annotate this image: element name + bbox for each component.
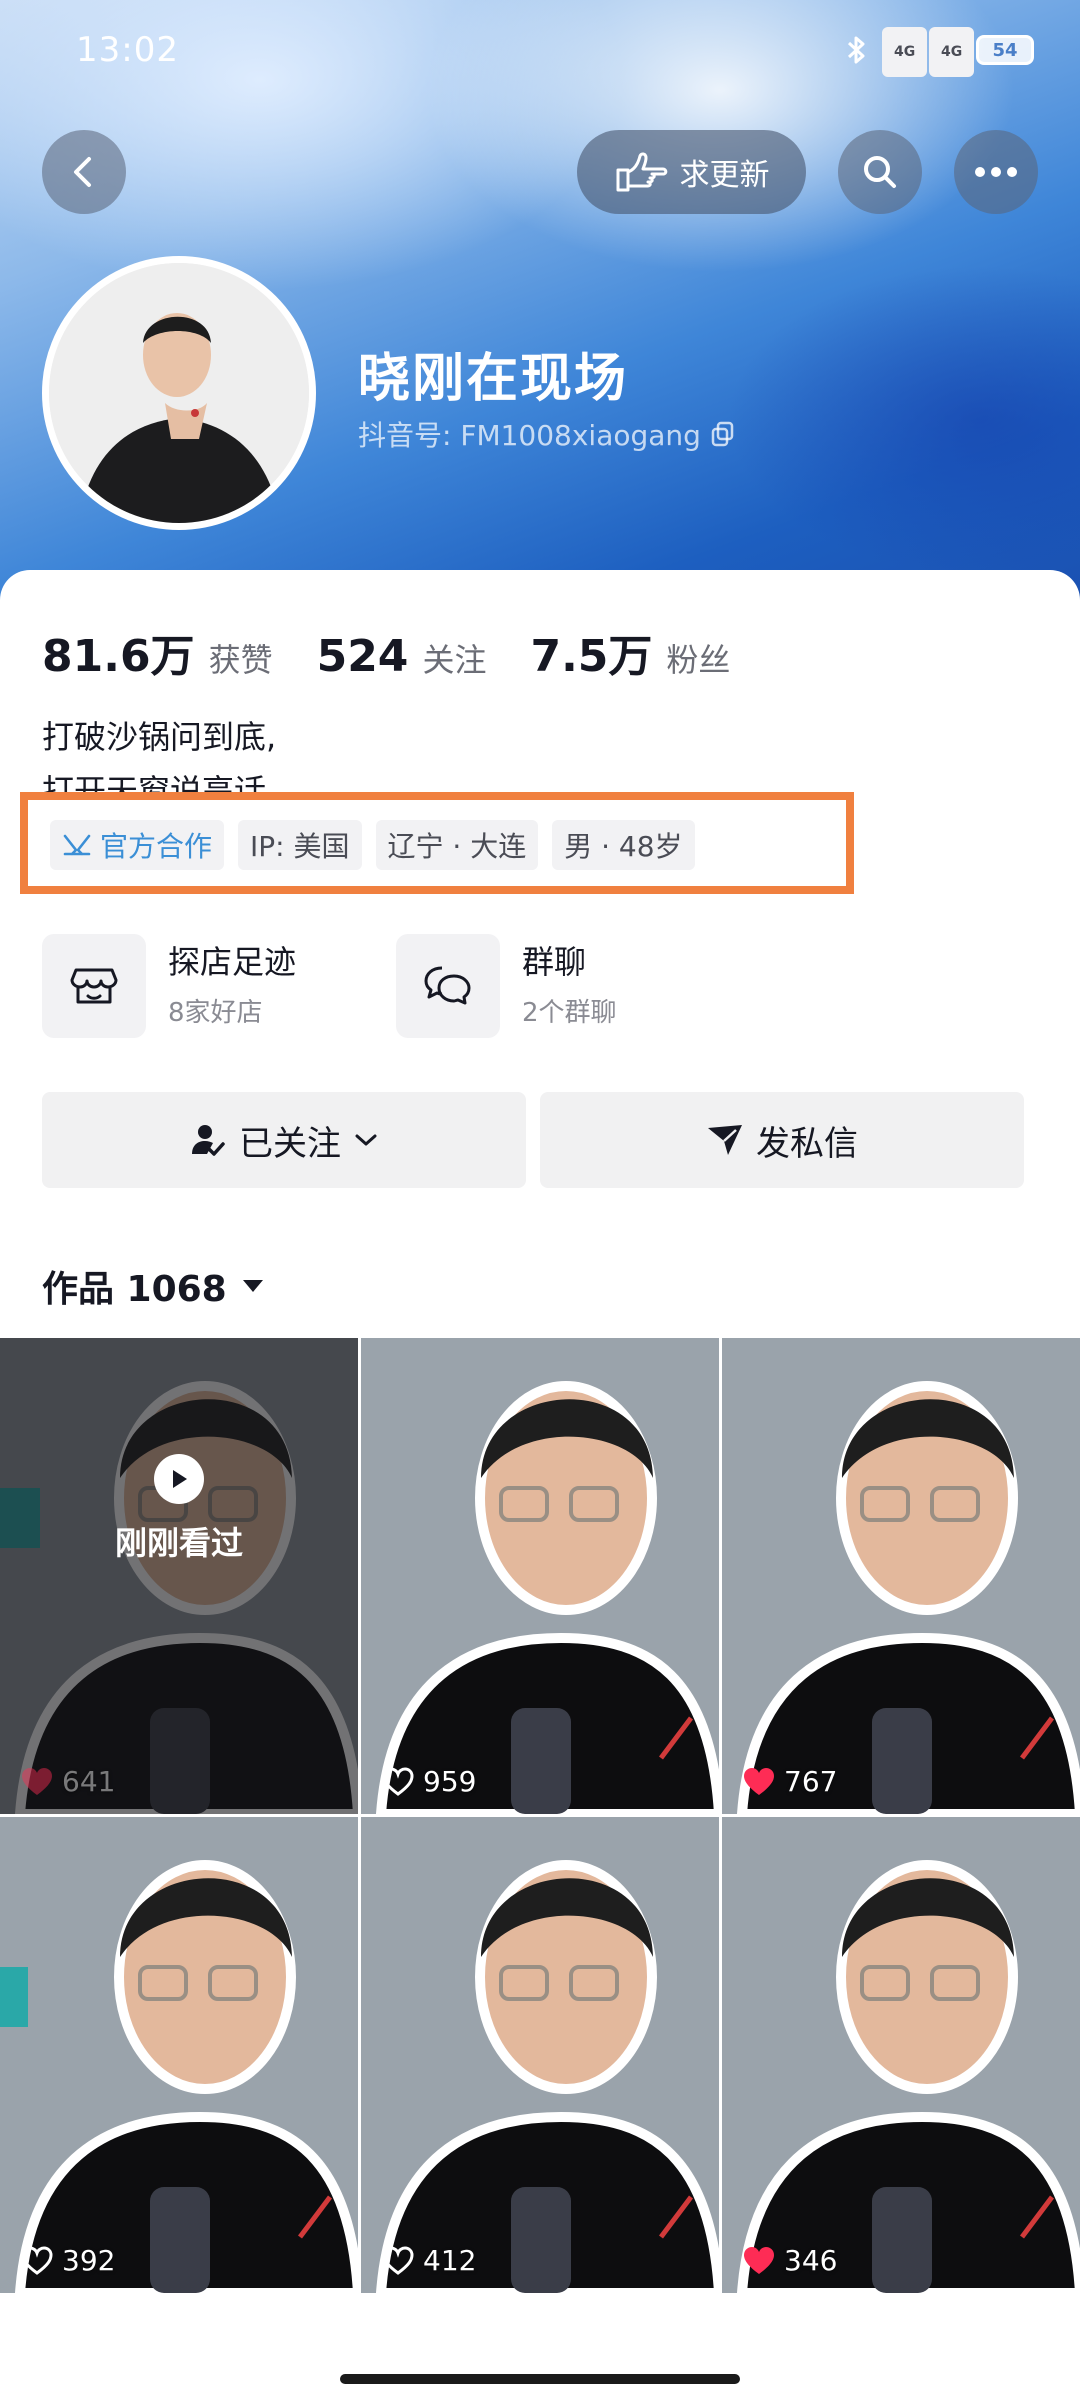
signal-icon: 4G: [882, 27, 928, 77]
shop-footprint-title: 探店足迹: [168, 943, 297, 981]
video-likes-count: 959: [423, 1765, 477, 1798]
video-cover-image: [361, 1817, 719, 2293]
ip-tag: IP: 美国: [238, 820, 362, 870]
video-cover-image: [722, 1338, 1080, 1814]
official-cooperation-icon: [63, 834, 91, 856]
status-bar: 13:02 4G 4G 54: [0, 0, 1080, 100]
status-time: 13:02: [76, 30, 179, 70]
video-likes: 346: [742, 2244, 837, 2277]
copy-icon[interactable]: [711, 421, 735, 447]
watched-label: 刚刚看过: [114, 1524, 243, 1562]
stat-value: 81.6万: [42, 631, 195, 682]
battery-icon: 54: [976, 35, 1034, 65]
works-count-label: 作品 1068: [42, 1269, 227, 1310]
back-button[interactable]: [42, 130, 126, 214]
store-icon: [42, 934, 146, 1038]
stat-following[interactable]: 524 关注: [317, 631, 487, 682]
video-thumbnail[interactable]: 959: [361, 1338, 719, 1814]
watched-overlay: [0, 1338, 358, 1814]
battery-level: 54: [992, 39, 1018, 61]
stat-label: 粉丝: [666, 641, 731, 679]
send-icon: [708, 1125, 742, 1155]
home-indicator[interactable]: [340, 2374, 740, 2384]
triangle-down-icon: [242, 1280, 263, 1292]
send-message-label: 发私信: [756, 1123, 858, 1164]
stat-value: 524: [316, 631, 409, 682]
chevron-down-icon: [355, 1134, 377, 1146]
status-icons: 4G 4G 54: [846, 27, 1034, 77]
video-thumbnail[interactable]: 346: [722, 1817, 1080, 2293]
send-message-button[interactable]: 发私信: [540, 1092, 1024, 1188]
video-likes: 412: [381, 2244, 476, 2277]
back-arrow-icon: [74, 157, 91, 187]
video-likes-count: 641: [62, 1765, 116, 1798]
group-chat[interactable]: 群聊 2个群聊: [396, 934, 617, 1038]
video-thumbnail[interactable]: 刚刚看过 641: [0, 1338, 358, 1814]
avatar-photo: [49, 263, 309, 523]
group-chat-title: 群聊: [522, 943, 587, 981]
following-button[interactable]: 已关注: [42, 1092, 526, 1188]
video-likes-count: 346: [784, 2244, 838, 2277]
video-thumbnail[interactable]: 392: [0, 1817, 358, 2293]
video-likes: 641: [20, 1765, 115, 1798]
search-button[interactable]: [838, 130, 922, 214]
official-tag[interactable]: 官方合作: [50, 820, 225, 870]
request-update-label: 求更新: [679, 158, 770, 193]
hand-point-icon: [616, 152, 667, 192]
signal-icon: 4G: [929, 27, 975, 77]
video-cover-image: [0, 1817, 358, 2293]
more-icon: [975, 167, 1017, 177]
stat-likes[interactable]: 81.6万 获赞: [42, 620, 273, 684]
stats-row: 81.6万 获赞 524 关注 7.5万 粉丝: [42, 620, 774, 684]
search-icon: [864, 156, 896, 188]
video-thumbnail[interactable]: 412: [361, 1817, 719, 2293]
video-likes-count: 412: [423, 2244, 477, 2277]
highlight-box: 官方合作 IP: 美国 辽宁 · 大连 男 · 48岁: [20, 792, 854, 894]
user-check-icon: [192, 1125, 225, 1156]
works-tab[interactable]: 作品 1068: [42, 1260, 265, 1312]
profile-name: 晓刚在现场: [358, 349, 629, 409]
heart-filled-icon: [744, 2246, 774, 2274]
heart-outline-icon: [382, 2245, 414, 2275]
more-button[interactable]: [954, 130, 1038, 214]
video-cover-image: [361, 1338, 719, 1814]
video-likes: 392: [20, 2244, 115, 2277]
play-icon: [154, 1454, 204, 1504]
bluetooth-icon: [847, 36, 865, 64]
video-likes: 767: [742, 1765, 837, 1798]
stat-label: 关注: [422, 641, 487, 679]
bio-line: 打破沙锅问到底,: [42, 718, 277, 756]
shop-footprint-sub: 8家好店: [168, 998, 263, 1028]
stat-value: 7.5万: [530, 631, 653, 682]
douyin-id-text: 抖音号: FM1008xiaogang: [358, 419, 701, 452]
video-thumbnail[interactable]: 767: [722, 1338, 1080, 1814]
stat-label: 获赞: [208, 641, 273, 679]
heart-filled-icon: [22, 1767, 52, 1795]
stat-followers[interactable]: 7.5万 粉丝: [530, 620, 730, 684]
official-tag-label: 官方合作: [100, 830, 213, 863]
profile-tags: 官方合作 IP: 美国 辽宁 · 大连 男 · 48岁: [50, 820, 695, 870]
douyin-id[interactable]: 抖音号: FM1008xiaogang: [358, 414, 735, 454]
following-label: 已关注: [239, 1123, 341, 1164]
heart-filled-icon: [744, 1767, 774, 1795]
gender-age-tag: 男 · 48岁: [552, 820, 695, 870]
video-likes-count: 392: [62, 2244, 116, 2277]
video-grid: 刚刚看过 641 959 767 392 412 346: [0, 1338, 1080, 2400]
video-likes: 959: [381, 1765, 476, 1798]
heart-outline-icon: [21, 2245, 53, 2275]
location-tag: 辽宁 · 大连: [375, 820, 539, 870]
group-chat-sub: 2个群聊: [522, 998, 617, 1028]
shop-footprint[interactable]: 探店足迹 8家好店: [42, 934, 296, 1038]
heart-outline-icon: [382, 1766, 414, 1796]
chat-bubble-icon: [396, 934, 500, 1038]
request-update-button[interactable]: 求更新: [577, 130, 806, 214]
video-likes-count: 767: [784, 1765, 838, 1798]
video-cover-image: [722, 1817, 1080, 2293]
avatar[interactable]: [42, 256, 316, 530]
